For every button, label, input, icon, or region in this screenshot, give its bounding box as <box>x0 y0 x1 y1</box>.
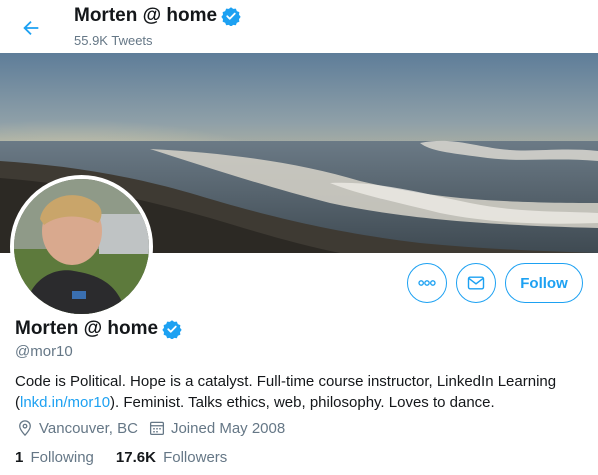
message-button[interactable] <box>456 263 496 303</box>
back-button[interactable] <box>14 11 48 45</box>
more-dots-icon <box>418 280 436 286</box>
location-item: Vancouver, BC <box>16 419 138 437</box>
location-pin-icon <box>19 420 31 437</box>
verified-badge-icon <box>221 7 241 26</box>
joined-text: Joined May 2008 <box>170 419 286 437</box>
profile-stats: 1 Following 17.6K Followers <box>15 449 249 466</box>
back-arrow-icon <box>23 20 39 36</box>
bio-text-end: ). Feminist. Talks ethics, web, philosop… <box>110 394 495 411</box>
header-name-text: Morten @ home <box>74 5 218 26</box>
follow-button[interactable]: Follow <box>505 263 583 303</box>
calendar-icon <box>149 421 164 436</box>
location-text: Vancouver, BC <box>39 419 138 437</box>
profile-avatar[interactable] <box>10 175 153 318</box>
profile-bio: Code is Political. Hope is a catalyst. F… <box>15 371 585 413</box>
followers-link[interactable]: 17.6K Followers <box>116 449 227 466</box>
tweet-count: 55.9K Tweets <box>74 33 153 48</box>
bio-link[interactable]: lnkd.in/mor10 <box>20 394 110 411</box>
profile-handle: @mor10 <box>15 343 73 360</box>
envelope-icon <box>467 276 485 290</box>
profile-name: Morten @ home <box>15 318 182 340</box>
followers-label: Followers <box>163 449 228 466</box>
followers-count: 17.6K <box>115 449 156 466</box>
avatar-image <box>14 179 149 314</box>
joined-item: Joined May 2008 <box>148 419 285 437</box>
more-button[interactable] <box>407 263 447 303</box>
profile-name-text: Morten @ home <box>15 318 159 339</box>
profile-actions: Follow <box>407 263 583 303</box>
verified-badge-icon <box>162 320 182 339</box>
top-header: Morten @ home 55.9K Tweets <box>0 0 598 53</box>
profile-meta: Vancouver, BC Joined May 2008 <box>16 419 295 437</box>
following-label: Following <box>30 449 94 466</box>
following-count: 1 <box>15 449 24 466</box>
following-link[interactable]: 1 Following <box>15 449 94 466</box>
header-title: Morten @ home <box>74 5 241 27</box>
